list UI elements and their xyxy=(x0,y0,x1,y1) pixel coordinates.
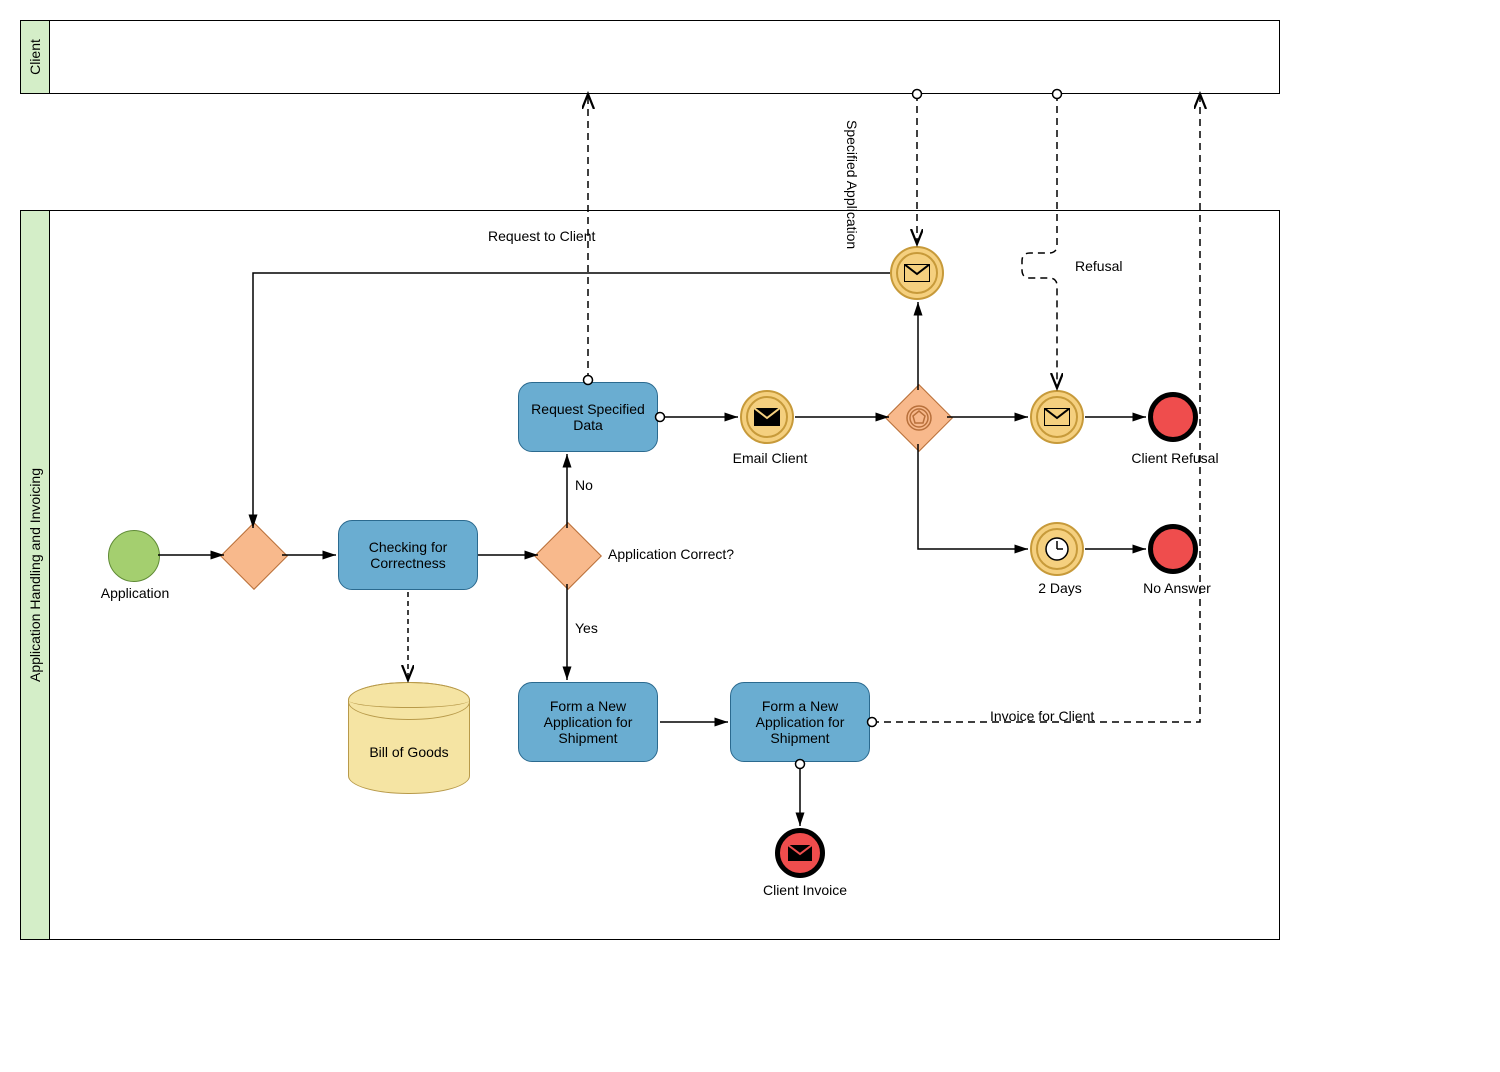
datastore-bill-of-goods-label: Bill of Goods xyxy=(369,744,448,760)
pool-client-label: Client xyxy=(27,39,43,75)
pentagon-icon xyxy=(905,404,933,432)
task-form-shipment-2: Form a New Application for Shipment xyxy=(730,682,870,762)
end-event-no-answer-label: No Answer xyxy=(1132,580,1222,596)
task-checking-correctness: Checking for Correctness xyxy=(338,520,478,590)
event-email-client xyxy=(740,390,794,444)
task-request-data: Request Specified Data xyxy=(518,382,658,452)
end-event-client-refusal xyxy=(1148,392,1198,442)
end-event-client-invoice xyxy=(775,828,825,878)
pool-process-label: Application Handling and Invoicing xyxy=(27,468,43,682)
envelope-icon xyxy=(904,264,930,282)
edge-no-label: No xyxy=(575,477,593,493)
end-event-client-refusal-label: Client Refusal xyxy=(1125,450,1225,466)
pool-process: Application Handling and Invoicing xyxy=(20,210,1280,940)
envelope-icon xyxy=(754,408,780,426)
end-event-client-invoice-label: Client Invoice xyxy=(755,882,855,898)
event-timer-2days xyxy=(1030,522,1084,576)
edge-request-to-client-label: Request to Client xyxy=(488,228,595,244)
clock-icon xyxy=(1044,536,1070,562)
envelope-icon xyxy=(1044,408,1070,426)
edge-refusal-label: Refusal xyxy=(1075,258,1122,274)
task-form-shipment-1: Form a New Application for Shipment xyxy=(518,682,658,762)
event-timer-label: 2 Days xyxy=(1025,580,1095,596)
pool-process-header: Application Handling and Invoicing xyxy=(21,211,50,939)
start-event-label: Application xyxy=(95,585,175,601)
edge-specified-application-label: Specified Application xyxy=(844,120,860,249)
task-checking-label: Checking for Correctness xyxy=(343,539,473,571)
edge-yes-label: Yes xyxy=(575,620,598,636)
bpmn-diagram: Client Application Handling and Invoicin… xyxy=(20,20,1280,940)
end-event-no-answer xyxy=(1148,524,1198,574)
event-refusal xyxy=(1030,390,1084,444)
gateway-app-correct-label: Application Correct? xyxy=(608,546,768,562)
task-request-data-label: Request Specified Data xyxy=(523,401,653,433)
envelope-icon xyxy=(788,845,812,861)
start-event xyxy=(108,530,160,582)
event-receive-specified xyxy=(890,246,944,300)
event-email-client-label: Email Client xyxy=(725,450,815,466)
pool-client: Client xyxy=(20,20,1280,94)
edge-invoice-for-client-label: Invoice for Client xyxy=(990,708,1094,724)
pool-client-header: Client xyxy=(21,21,50,93)
datastore-bill-of-goods: Bill of Goods xyxy=(348,682,470,794)
task-form-shipment-2-label: Form a New Application for Shipment xyxy=(735,698,865,746)
task-form-shipment-1-label: Form a New Application for Shipment xyxy=(523,698,653,746)
